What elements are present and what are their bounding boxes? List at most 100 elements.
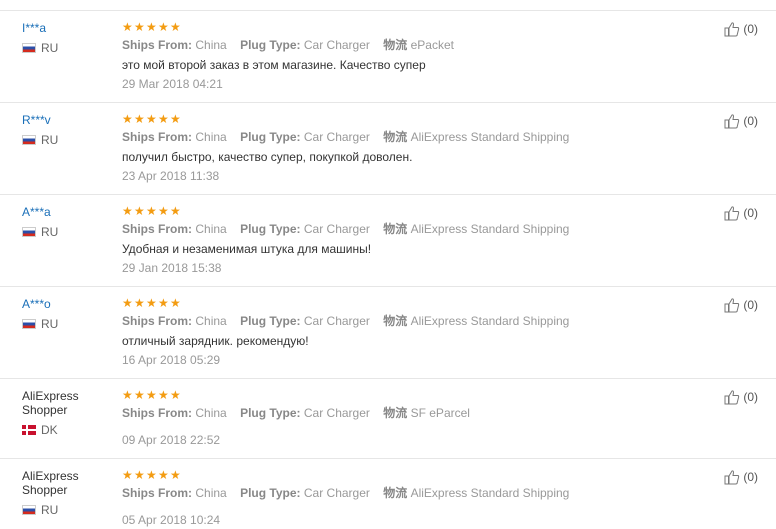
star-icon: ★	[134, 296, 145, 310]
thumbs-up-icon	[724, 206, 740, 221]
ships-from-label: Ships From:	[122, 486, 193, 500]
reviewer-name: AliExpress Shopper	[22, 389, 79, 417]
logistics-value: AliExpress Standard Shipping	[410, 314, 570, 328]
reviewer-country: RU	[22, 225, 112, 239]
star-rating: ★ ★ ★ ★ ★	[122, 205, 682, 217]
logistics-value: AliExpress Standard Shipping	[410, 130, 570, 144]
country-code: RU	[41, 317, 59, 331]
country-code: DK	[41, 423, 58, 437]
review-item: A***o RU ★ ★ ★ ★ ★ Ships From: China Plug Ty…	[0, 286, 776, 378]
star-icon: ★	[158, 112, 169, 126]
reviewer: I***a RU	[22, 21, 112, 55]
star-icon: ★	[158, 468, 169, 482]
order-info: Ships From: China Plug Type: Car Charger…	[122, 38, 682, 52]
country-code: RU	[41, 225, 59, 239]
helpful-button[interactable]: (0)	[724, 113, 758, 129]
plug-type-value: Car Charger	[303, 486, 370, 500]
review-content: ★ ★ ★ ★ ★ Ships From: China Plug Type: Car C…	[122, 297, 682, 367]
helpful-button[interactable]: (0)	[724, 205, 758, 221]
reviewer-country: DK	[22, 423, 112, 437]
thumbs-up-icon	[724, 298, 740, 313]
helpful-button[interactable]: (0)	[724, 297, 758, 313]
logistics-value: AliExpress Standard Shipping	[410, 486, 570, 500]
helpful-count: (0)	[743, 470, 758, 484]
star-rating: ★ ★ ★ ★ ★	[122, 297, 682, 309]
review-content: ★ ★ ★ ★ ★ Ships From: China Plug Type: Car C…	[122, 205, 682, 275]
star-icon: ★	[122, 112, 133, 126]
logistics-label: 物流	[383, 130, 408, 144]
helpful-count: (0)	[743, 206, 758, 220]
ships-from-value: China	[195, 314, 227, 328]
star-icon: ★	[146, 468, 157, 482]
reviewer: AliExpress Shopper RU	[22, 469, 112, 517]
denmark-flag-icon	[22, 425, 36, 435]
review-text: Удобная и незаменимая штука для машины!	[122, 242, 372, 256]
helpful-count: (0)	[743, 298, 758, 312]
reviewer: AliExpress Shopper DK	[22, 389, 112, 437]
review-content: ★ ★ ★ ★ ★ Ships From: China Plug Type: Car C…	[122, 469, 682, 527]
order-info: Ships From: China Plug Type: Car Charger…	[122, 486, 682, 500]
reviewer-name[interactable]: A***a	[22, 205, 112, 219]
star-icon: ★	[170, 204, 181, 218]
star-rating: ★ ★ ★ ★ ★	[122, 469, 682, 481]
helpful-button[interactable]: (0)	[724, 389, 758, 405]
reviewer: A***o RU	[22, 297, 112, 331]
review-content: ★ ★ ★ ★ ★ Ships From: China Plug Type: Car C…	[122, 113, 682, 183]
review-content: ★ ★ ★ ★ ★ Ships From: China Plug Type: Car C…	[122, 21, 682, 91]
review-date: 29 Mar 2018 04:21	[122, 77, 223, 91]
ships-from-label: Ships From:	[122, 38, 193, 52]
plug-type-label: Plug Type:	[240, 314, 301, 328]
star-rating: ★ ★ ★ ★ ★	[122, 21, 682, 33]
helpful-button[interactable]: (0)	[724, 21, 758, 37]
star-icon: ★	[134, 204, 145, 218]
review-date: 29 Jan 2018 15:38	[122, 261, 222, 275]
russia-flag-icon	[22, 505, 36, 515]
ships-from-label: Ships From:	[122, 406, 193, 420]
star-icon: ★	[158, 204, 169, 218]
star-icon: ★	[122, 204, 133, 218]
country-code: RU	[41, 503, 59, 517]
order-info: Ships From: China Plug Type: Car Charger…	[122, 406, 682, 420]
helpful-count: (0)	[743, 22, 758, 36]
review-date: 05 Apr 2018 10:24	[122, 513, 221, 527]
thumbs-up-icon	[724, 22, 740, 37]
thumbs-up-icon	[724, 390, 740, 405]
thumbs-up-icon	[724, 114, 740, 129]
ships-from-value: China	[195, 486, 227, 500]
star-icon: ★	[134, 112, 145, 126]
review-item: AliExpress Shopper DK ★ ★ ★ ★ ★ Ships From: …	[0, 378, 776, 458]
plug-type-label: Plug Type:	[240, 222, 301, 236]
reviewer-name[interactable]: R***v	[22, 113, 112, 127]
plug-type-label: Plug Type:	[240, 486, 301, 500]
country-code: RU	[41, 133, 59, 147]
reviewer-country: RU	[22, 133, 112, 147]
star-icon: ★	[170, 388, 181, 402]
reviewer-name[interactable]: I***a	[22, 21, 112, 35]
review-date: 09 Apr 2018 22:52	[122, 433, 221, 447]
thumbs-up-icon	[724, 470, 740, 485]
helpful-button[interactable]: (0)	[724, 469, 758, 485]
star-icon: ★	[146, 112, 157, 126]
star-icon: ★	[146, 296, 157, 310]
ships-from-value: China	[195, 406, 227, 420]
plug-type-value: Car Charger	[303, 130, 370, 144]
review-text: получил быстро, качество супер, покупкой…	[122, 150, 413, 164]
star-icon: ★	[170, 296, 181, 310]
country-code: RU	[41, 41, 59, 55]
reviewer-country: RU	[22, 317, 112, 331]
reviewer: R***v RU	[22, 113, 112, 147]
logistics-label: 物流	[383, 486, 408, 500]
reviews-list: I***a RU ★ ★ ★ ★ ★ Ships From: China Plug Ty…	[0, 0, 776, 529]
star-icon: ★	[170, 468, 181, 482]
plug-type-label: Plug Type:	[240, 406, 301, 420]
review-item: R***v RU ★ ★ ★ ★ ★ Ships From: China Plug Ty…	[0, 102, 776, 194]
review-text: это мой второй заказ в этом магазине. Ка…	[122, 58, 426, 72]
reviewer-name[interactable]: A***o	[22, 297, 112, 311]
ships-from-label: Ships From:	[122, 314, 193, 328]
plug-type-label: Plug Type:	[240, 130, 301, 144]
star-rating: ★ ★ ★ ★ ★	[122, 113, 682, 125]
review-date: 16 Apr 2018 05:29	[122, 353, 221, 367]
logistics-value: ePacket	[410, 38, 454, 52]
plug-type-value: Car Charger	[303, 38, 370, 52]
review-item: I***a RU ★ ★ ★ ★ ★ Ships From: China Plug Ty…	[0, 10, 776, 102]
